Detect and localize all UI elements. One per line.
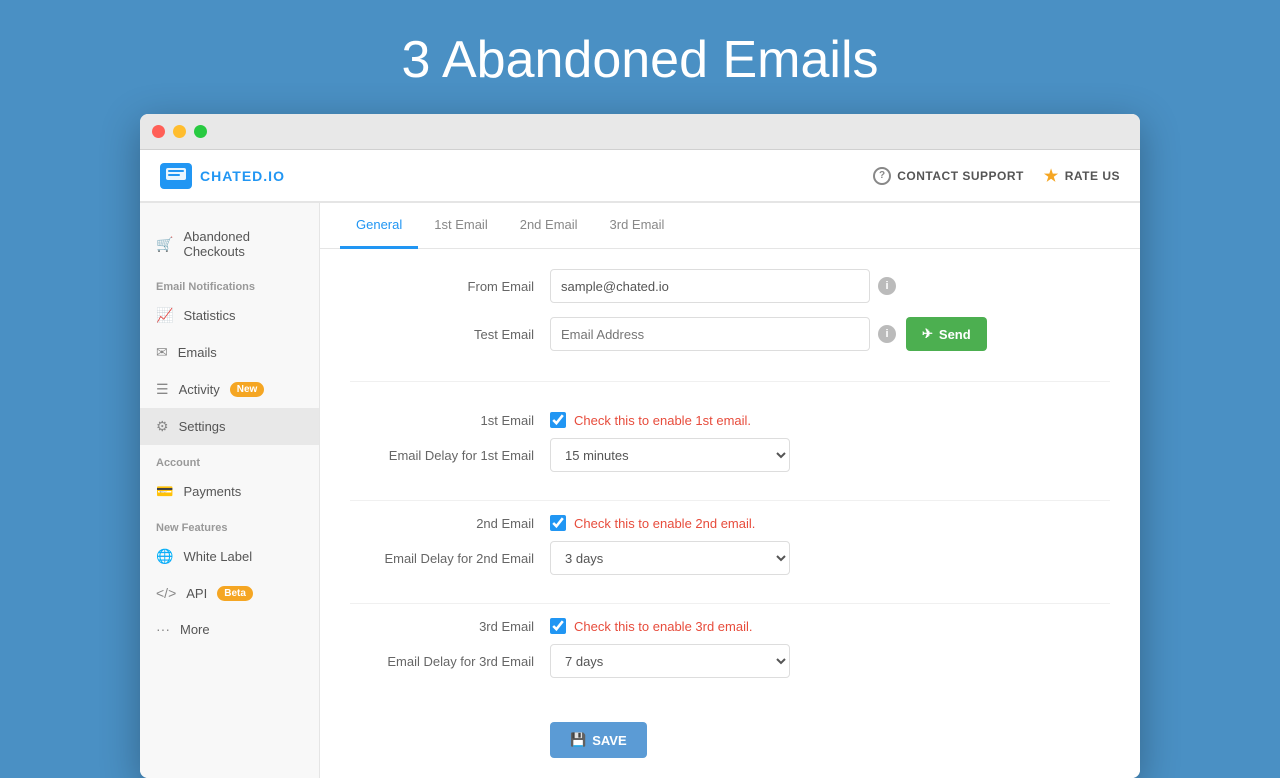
sidebar-section-email-notifications: Email Notifications bbox=[140, 269, 319, 297]
help-icon: ? bbox=[873, 167, 891, 185]
app-header: CHATED.IO ? CONTACT SUPPORT ★ RATE US bbox=[140, 150, 1140, 202]
logo-icon bbox=[160, 163, 192, 189]
new-badge: New bbox=[230, 382, 265, 397]
second-email-label: 2nd Email bbox=[350, 516, 550, 531]
content-area: General 1st Email 2nd Email 3rd Email Fr… bbox=[320, 203, 1140, 778]
sidebar-item-more[interactable]: ··· More bbox=[140, 611, 319, 647]
first-email-checkbox[interactable] bbox=[550, 412, 566, 428]
tab-2nd-email[interactable]: 2nd Email bbox=[504, 203, 594, 249]
maximize-button[interactable] bbox=[194, 125, 207, 138]
save-icon: 💾 bbox=[570, 732, 586, 748]
first-email-checkbox-content: Check this to enable 1st email. bbox=[550, 412, 751, 428]
second-email-delay-select[interactable]: 1 day 2 days 3 days 5 days 7 days bbox=[550, 541, 790, 575]
second-email-delay-row: Email Delay for 2nd Email 1 day 2 days 3… bbox=[350, 541, 1110, 575]
more-icon: ··· bbox=[156, 621, 170, 637]
beta-badge: Beta bbox=[217, 586, 253, 601]
second-email-checkbox-text: Check this to enable 2nd email. bbox=[574, 516, 755, 531]
globe-icon: 🌐 bbox=[156, 548, 173, 565]
sidebar-item-statistics[interactable]: 📈 Statistics bbox=[140, 297, 319, 334]
contact-support-button[interactable]: ? CONTACT SUPPORT bbox=[873, 167, 1024, 185]
titlebar bbox=[140, 114, 1140, 150]
third-email-delay-row: Email Delay for 3rd Email 1 day 3 days 5… bbox=[350, 644, 1110, 678]
test-email-info-icon[interactable]: i bbox=[878, 325, 896, 343]
second-email-section: 2nd Email Check this to enable 2nd email… bbox=[350, 501, 1110, 604]
cart-icon: 🛒 bbox=[156, 236, 173, 253]
first-email-checkbox-row: 1st Email Check this to enable 1st email… bbox=[350, 412, 1110, 428]
send-button[interactable]: ✈ Send bbox=[906, 317, 987, 351]
third-email-checkbox-text: Check this to enable 3rd email. bbox=[574, 619, 752, 634]
first-email-delay-select[interactable]: 15 minutes 30 minutes 1 hour 2 hours bbox=[550, 438, 790, 472]
third-email-delay-label: Email Delay for 3rd Email bbox=[350, 654, 550, 669]
third-email-checkbox-row: 3rd Email Check this to enable 3rd email… bbox=[350, 618, 1110, 634]
third-email-checkbox[interactable] bbox=[550, 618, 566, 634]
test-email-row: Test Email i ✈ Send bbox=[350, 317, 1110, 351]
first-email-section: 1st Email Check this to enable 1st email… bbox=[350, 398, 1110, 501]
rate-us-button[interactable]: ★ RATE US bbox=[1044, 166, 1120, 186]
first-email-delay-label: Email Delay for 1st Email bbox=[350, 448, 550, 463]
page-title: 3 Abandoned Emails bbox=[0, 0, 1280, 114]
sidebar-item-white-label[interactable]: 🌐 White Label bbox=[140, 538, 319, 575]
test-email-input[interactable] bbox=[550, 317, 870, 351]
tabs: General 1st Email 2nd Email 3rd Email bbox=[320, 203, 1140, 249]
third-email-section: 3rd Email Check this to enable 3rd email… bbox=[350, 604, 1110, 706]
third-email-checkbox-content: Check this to enable 3rd email. bbox=[550, 618, 752, 634]
second-email-checkbox-content: Check this to enable 2nd email. bbox=[550, 515, 755, 531]
send-icon: ✈ bbox=[922, 326, 933, 342]
sidebar-item-activity[interactable]: ☰ Activity New bbox=[140, 371, 319, 408]
sidebar-section-account: Account bbox=[140, 445, 319, 473]
minimize-button[interactable] bbox=[173, 125, 186, 138]
sidebar-item-settings[interactable]: ⚙ Settings bbox=[140, 408, 319, 445]
app-window: CHATED.IO ? CONTACT SUPPORT ★ RATE US 🛒 … bbox=[140, 114, 1140, 778]
form-area: From Email i Test Email i ✈ Send bbox=[320, 249, 1140, 778]
second-email-delay-label: Email Delay for 2nd Email bbox=[350, 551, 550, 566]
second-email-checkbox-row: 2nd Email Check this to enable 2nd email… bbox=[350, 515, 1110, 531]
first-email-delay-row: Email Delay for 1st Email 15 minutes 30 … bbox=[350, 438, 1110, 472]
email-icon: ✉ bbox=[156, 344, 168, 361]
close-button[interactable] bbox=[152, 125, 165, 138]
first-email-label: 1st Email bbox=[350, 413, 550, 428]
activity-icon: ☰ bbox=[156, 381, 169, 398]
settings-icon: ⚙ bbox=[156, 418, 169, 435]
from-email-input[interactable] bbox=[550, 269, 870, 303]
first-email-checkbox-text: Check this to enable 1st email. bbox=[574, 413, 751, 428]
header-actions: ? CONTACT SUPPORT ★ RATE US bbox=[873, 166, 1120, 186]
sidebar-item-abandoned-checkouts[interactable]: 🛒 Abandoned Checkouts bbox=[140, 219, 319, 269]
from-email-label: From Email bbox=[350, 279, 550, 294]
save-button[interactable]: 💾 SAVE bbox=[550, 722, 647, 758]
sidebar-section-new-features: New Features bbox=[140, 510, 319, 538]
chart-icon: 📈 bbox=[156, 307, 173, 324]
from-email-info-icon[interactable]: i bbox=[878, 277, 896, 295]
from-email-row: From Email i bbox=[350, 269, 1110, 303]
tab-1st-email[interactable]: 1st Email bbox=[418, 203, 503, 249]
tab-general[interactable]: General bbox=[340, 203, 418, 249]
from-email-section: From Email i Test Email i ✈ Send bbox=[350, 269, 1110, 382]
third-email-label: 3rd Email bbox=[350, 619, 550, 634]
payments-icon: 💳 bbox=[156, 483, 173, 500]
tab-3rd-email[interactable]: 3rd Email bbox=[594, 203, 681, 249]
sidebar-item-emails[interactable]: ✉ Emails bbox=[140, 334, 319, 371]
code-icon: </> bbox=[156, 585, 176, 601]
second-email-checkbox[interactable] bbox=[550, 515, 566, 531]
main-content: 🛒 Abandoned Checkouts Email Notification… bbox=[140, 203, 1140, 778]
star-icon: ★ bbox=[1044, 166, 1059, 186]
sidebar: 🛒 Abandoned Checkouts Email Notification… bbox=[140, 203, 320, 778]
logo-text: CHATED.IO bbox=[200, 168, 285, 184]
logo: CHATED.IO bbox=[160, 163, 285, 189]
third-email-delay-select[interactable]: 1 day 3 days 5 days 7 days 14 days bbox=[550, 644, 790, 678]
sidebar-item-api[interactable]: </> API Beta bbox=[140, 575, 319, 611]
sidebar-item-payments[interactable]: 💳 Payments bbox=[140, 473, 319, 510]
test-email-label: Test Email bbox=[350, 327, 550, 342]
